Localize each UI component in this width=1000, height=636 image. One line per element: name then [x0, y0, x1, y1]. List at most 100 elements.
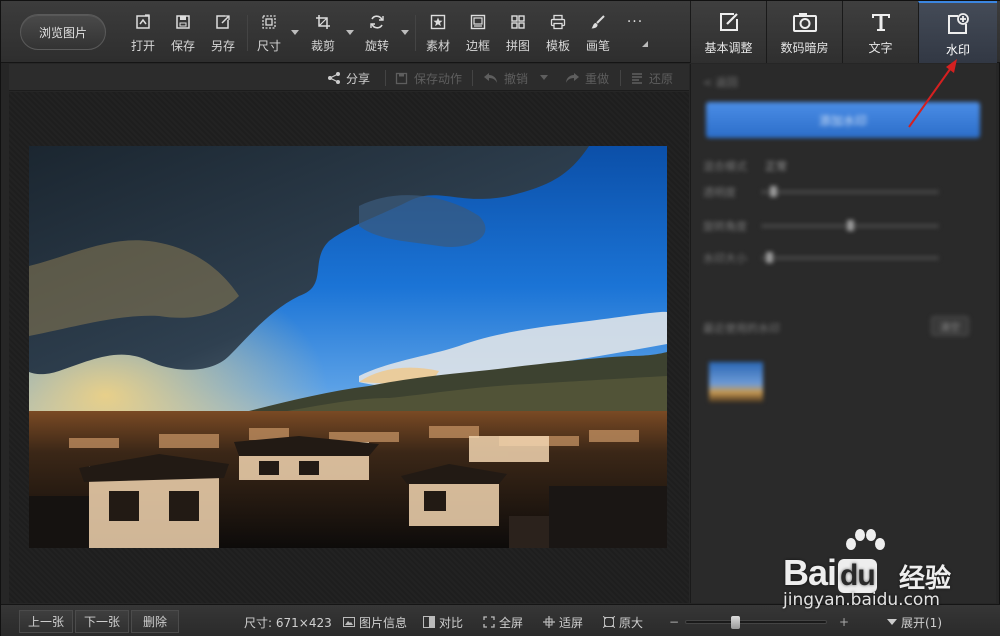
fit-screen-button[interactable]: 适屏 [543, 613, 583, 631]
browse-images-button[interactable]: 浏览图片 [20, 14, 106, 50]
border-button[interactable]: 边框 [458, 13, 498, 57]
image-size-text: 尺寸: 671×423 [244, 615, 332, 630]
save-as-icon [214, 13, 232, 31]
printer-icon [549, 13, 567, 31]
material-label: 素材 [425, 39, 450, 53]
edit-icon [718, 10, 740, 34]
grid-icon [509, 13, 527, 31]
recent-watermark-thumbnail[interactable] [709, 362, 763, 402]
rotation-slider-knob[interactable] [846, 220, 854, 231]
resize-button[interactable]: 尺寸 [249, 13, 289, 57]
size-label: 水印大小 [703, 252, 747, 265]
clear-button[interactable]: 清空 [931, 316, 969, 336]
fit-screen-label: 适屏 [559, 615, 584, 630]
expand-caret-icon [887, 619, 897, 625]
image-info-button[interactable]: 图片信息 [343, 613, 407, 631]
redo-button[interactable]: 重做 [564, 69, 609, 87]
restore-label: 还原 [649, 71, 674, 86]
next-image-button[interactable]: 下一张 [75, 610, 129, 633]
size-slider-knob[interactable] [766, 252, 774, 263]
tab-text-label: 文字 [868, 41, 893, 55]
save-button[interactable]: 保存 [163, 13, 203, 57]
previous-image-button[interactable]: 上一张 [19, 610, 73, 633]
share-label: 分享 [346, 71, 371, 86]
delete-button[interactable]: 删除 [131, 610, 179, 633]
open-label: 打开 [130, 39, 155, 53]
share-icon [328, 72, 340, 84]
baidu-jingyan-watermark: Bai du 经验 jingyan.baidu.com [783, 528, 963, 618]
template-button[interactable]: 模板 [538, 13, 578, 57]
top-toolbar: 浏览图片 打开 保存 另存 尺寸 裁剪 旋转 素材 边框 拼图 模板 画笔 ··… [1, 1, 1000, 63]
image-info-label: 图片信息 [359, 615, 408, 630]
crop-button[interactable]: 裁剪 [303, 13, 343, 57]
compare-button[interactable]: 对比 [423, 613, 463, 631]
tab-watermark-label: 水印 [945, 43, 970, 57]
fullscreen-button[interactable]: 全屏 [483, 613, 523, 631]
brush-button[interactable]: 画笔 [578, 13, 618, 57]
save-icon [174, 13, 192, 31]
open-button[interactable]: 打开 [123, 13, 163, 57]
mix-mode-select[interactable]: 正常 [765, 158, 787, 174]
mix-mode-label: 混合模式 [703, 160, 747, 173]
rotate-icon [368, 13, 386, 31]
rotate-dropdown-caret[interactable] [401, 30, 409, 35]
rotation-slider[interactable] [761, 220, 939, 231]
material-button[interactable]: 素材 [418, 13, 458, 57]
size-slider[interactable] [761, 252, 939, 263]
watermark-panel: < 返回 添加水印 混合模式 正常 透明度 旋转角度 水印大小 最近使用的水印 … [690, 64, 996, 603]
back-link[interactable]: < 返回 [703, 74, 738, 90]
tab-basic-adjust[interactable]: 基本调整 [690, 1, 766, 63]
photo-editor-window: 浏览图片 打开 保存 另存 尺寸 裁剪 旋转 素材 边框 拼图 模板 画笔 ··… [0, 0, 1000, 636]
text-icon [870, 10, 892, 34]
resize-dropdown-caret[interactable] [291, 30, 299, 35]
redo-label: 重做 [585, 71, 610, 86]
save-as-label: 另存 [210, 39, 235, 53]
opacity-label: 透明度 [703, 186, 736, 199]
jingyan-url: jingyan.baidu.com [783, 590, 940, 610]
toolbar-divider [247, 15, 248, 51]
image-canvas[interactable] [9, 92, 689, 603]
zoom-slider[interactable] [685, 616, 827, 629]
zoom-slider-knob[interactable] [730, 616, 740, 629]
restore-button[interactable]: 还原 [630, 69, 673, 87]
action-bar: 分享 保存动作 撤销 重做 还原 [9, 64, 689, 91]
tab-watermark[interactable]: 水印 [918, 1, 997, 63]
undo-button[interactable]: 撤销 [483, 69, 528, 87]
original-size-icon [603, 616, 615, 628]
tab-text[interactable]: 文字 [842, 1, 918, 63]
save-action-label: 保存动作 [414, 71, 463, 86]
tab-digital-darkroom-label: 数码暗房 [780, 41, 829, 55]
tab-digital-darkroom[interactable]: 数码暗房 [766, 1, 842, 63]
compare-label: 对比 [439, 615, 464, 630]
crop-icon [314, 13, 332, 31]
fullscreen-label: 全屏 [499, 615, 524, 630]
action-divider [620, 70, 621, 86]
zoom-out-button[interactable]: − [669, 613, 679, 631]
fullscreen-icon [483, 616, 495, 628]
opacity-slider[interactable] [761, 186, 939, 197]
crop-dropdown-caret[interactable] [346, 30, 354, 35]
frame-icon [469, 13, 487, 31]
more-icon: ··· [626, 14, 644, 30]
recent-watermarks-label: 最近使用的水印 [703, 322, 780, 335]
more-expand-icon[interactable] [642, 41, 648, 47]
action-divider [472, 70, 473, 86]
border-label: 边框 [465, 39, 490, 53]
rotate-label: 旋转 [364, 39, 389, 53]
save-as-button[interactable]: 另存 [203, 13, 243, 57]
rotate-button[interactable]: 旋转 [357, 13, 397, 57]
collage-button[interactable]: 拼图 [498, 13, 538, 57]
original-size-button[interactable]: 原大 [603, 613, 643, 631]
more-button[interactable]: ··· [615, 13, 655, 57]
brush-icon [589, 13, 607, 31]
undo-dropdown-caret[interactable] [540, 75, 548, 80]
save-action-button[interactable]: 保存动作 [395, 69, 462, 87]
share-button[interactable]: 分享 [327, 69, 370, 87]
resize-icon [260, 13, 278, 31]
collage-label: 拼图 [505, 39, 530, 53]
opacity-slider-knob[interactable] [769, 186, 777, 197]
landscape-photo [29, 146, 667, 548]
restore-icon [632, 73, 642, 84]
star-icon [429, 13, 447, 31]
compare-icon [423, 616, 435, 628]
